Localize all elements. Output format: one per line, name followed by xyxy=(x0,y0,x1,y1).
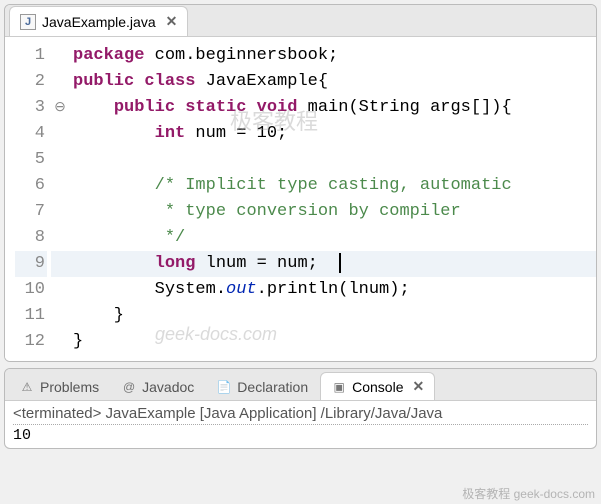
close-icon[interactable]: ✕ xyxy=(413,378,425,395)
bottom-tab-bar: ⚠ Problems @ Javadoc 📄 Declaration ▣ Console ✕ xyxy=(5,369,596,401)
line-number: 12 xyxy=(15,329,47,355)
close-icon[interactable]: ✕ xyxy=(166,13,178,30)
tab-declaration[interactable]: 📄 Declaration xyxy=(206,374,318,400)
text-caret xyxy=(339,253,341,273)
fold-marker xyxy=(51,225,69,251)
code-line[interactable]: long lnum = num; xyxy=(69,251,596,277)
line-number: 10 xyxy=(15,277,47,303)
fold-marker[interactable]: ⊖ xyxy=(51,95,69,121)
line-number: 9 xyxy=(15,251,47,277)
line-number-gutter: 123456789101112 xyxy=(5,37,51,361)
code-line[interactable]: System.out.println(lnum); xyxy=(69,277,596,303)
tab-label: Declaration xyxy=(237,379,308,395)
javadoc-icon: @ xyxy=(121,379,137,395)
fold-marker xyxy=(51,147,69,173)
tab-label: Javadoc xyxy=(142,379,194,395)
watermark: 极客教程 geek-docs.com xyxy=(462,485,595,502)
tab-console[interactable]: ▣ Console ✕ xyxy=(320,372,435,400)
bottom-panel: ⚠ Problems @ Javadoc 📄 Declaration ▣ Console ✕ <… xyxy=(4,368,597,449)
code-area[interactable]: 123456789101112 ⊖ package com.beginnersb… xyxy=(5,37,596,361)
line-number: 7 xyxy=(15,199,47,225)
editor-tab[interactable]: J JavaExample.java ✕ xyxy=(9,6,188,36)
fold-marker xyxy=(51,121,69,147)
tab-javadoc[interactable]: @ Javadoc xyxy=(111,374,204,400)
fold-marker xyxy=(51,251,69,277)
line-number: 8 xyxy=(15,225,47,251)
fold-marker xyxy=(51,69,69,95)
editor-panel: J JavaExample.java ✕ 123456789101112 ⊖ p… xyxy=(4,4,597,362)
fold-marker xyxy=(51,173,69,199)
code-line[interactable]: /* Implicit type casting, automatic xyxy=(69,173,596,199)
line-number: 5 xyxy=(15,147,47,173)
line-number: 11 xyxy=(15,303,47,329)
fold-marker xyxy=(51,277,69,303)
line-number: 3 xyxy=(15,95,47,121)
editor-tab-filename: JavaExample.java xyxy=(42,14,156,30)
tab-label: Console xyxy=(352,379,403,395)
code-line[interactable]: } xyxy=(69,329,596,355)
line-number: 2 xyxy=(15,69,47,95)
fold-column: ⊖ xyxy=(51,37,69,361)
code-lines[interactable]: package com.beginnersbook;public class J… xyxy=(69,37,596,361)
tab-label: Problems xyxy=(40,379,99,395)
console-output: 10 xyxy=(13,427,588,444)
problems-icon: ⚠ xyxy=(19,379,35,395)
code-line[interactable] xyxy=(69,147,596,173)
fold-marker xyxy=(51,329,69,355)
declaration-icon: 📄 xyxy=(216,379,232,395)
java-file-icon: J xyxy=(20,14,36,30)
fold-marker xyxy=(51,43,69,69)
line-number: 4 xyxy=(15,121,47,147)
line-number: 1 xyxy=(15,43,47,69)
code-line[interactable]: package com.beginnersbook; xyxy=(69,43,596,69)
code-line[interactable]: public static void main(String args[]){ xyxy=(69,95,596,121)
code-line[interactable]: int num = 10; xyxy=(69,121,596,147)
console-icon: ▣ xyxy=(331,379,347,395)
console-body: <terminated> JavaExample [Java Applicati… xyxy=(5,401,596,448)
code-line[interactable]: * type conversion by compiler xyxy=(69,199,596,225)
tab-problems[interactable]: ⚠ Problems xyxy=(9,374,109,400)
line-number: 6 xyxy=(15,173,47,199)
code-line[interactable]: */ xyxy=(69,225,596,251)
editor-tab-bar: J JavaExample.java ✕ xyxy=(5,5,596,37)
code-line[interactable]: public class JavaExample{ xyxy=(69,69,596,95)
console-status: <terminated> JavaExample [Java Applicati… xyxy=(13,405,588,425)
code-line[interactable]: } xyxy=(69,303,596,329)
fold-marker xyxy=(51,303,69,329)
fold-marker xyxy=(51,199,69,225)
